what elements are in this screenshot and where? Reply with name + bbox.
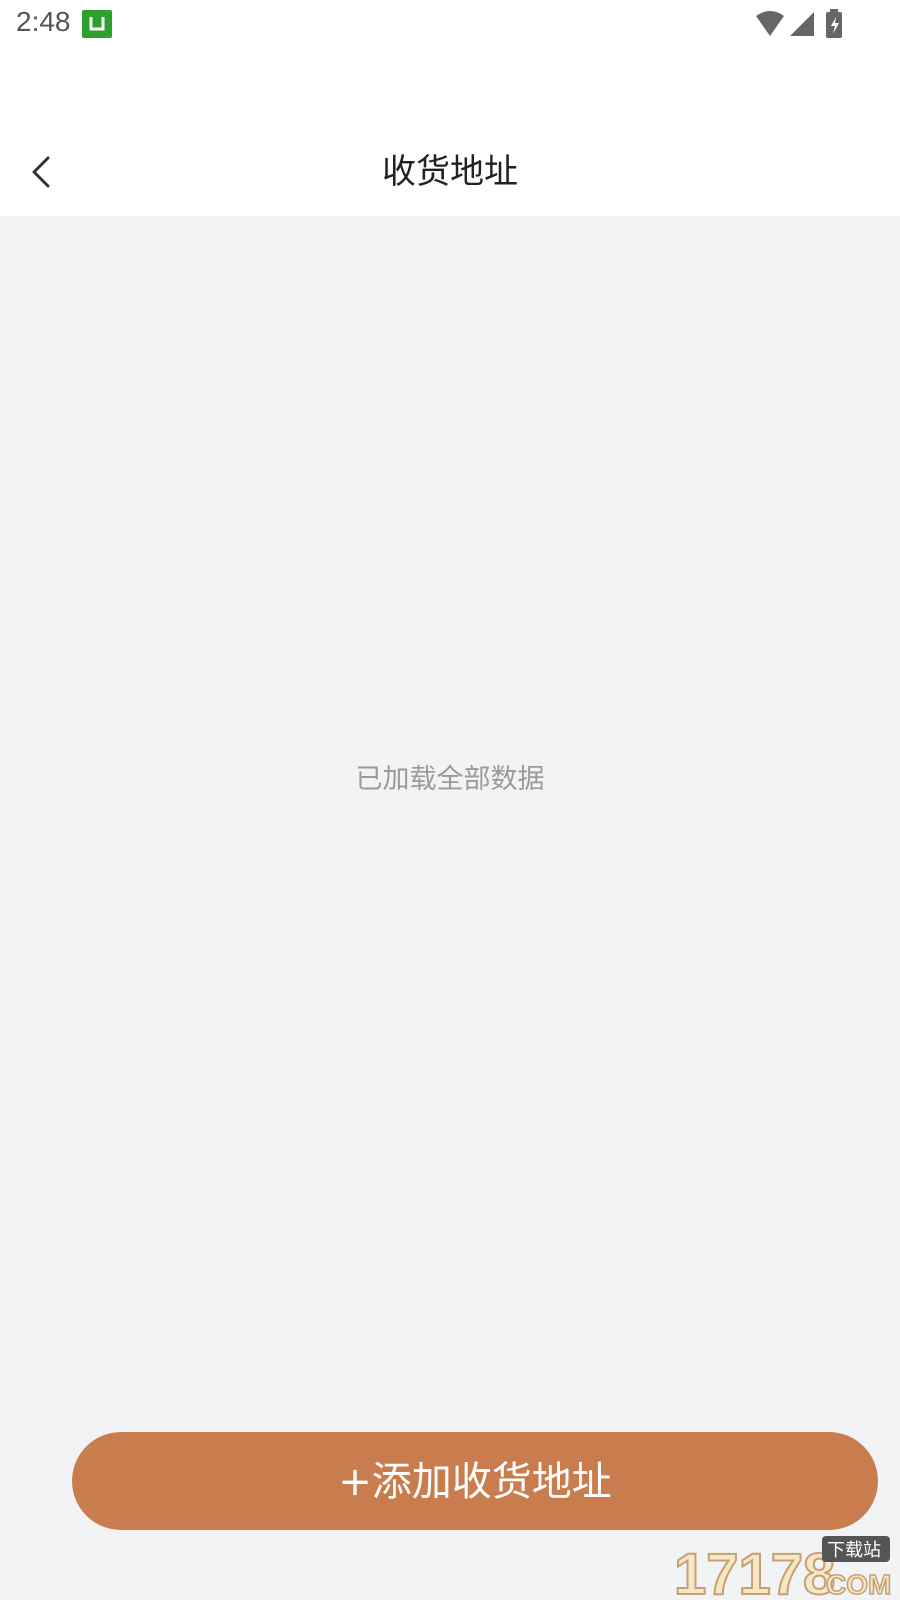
watermark-domain: COM: [826, 1569, 891, 1600]
app-notification-icon: [82, 10, 112, 38]
address-list: 已加载全部数据: [0, 216, 900, 1600]
wifi-icon: [756, 11, 784, 36]
cell-signal-icon: [790, 12, 814, 36]
status-bar: 2:48: [0, 0, 900, 50]
battery-charging-icon: [826, 9, 842, 38]
empty-state-message: 已加载全部数据: [355, 764, 545, 795]
status-time: 2:48: [16, 6, 71, 37]
site-watermark: 17178 下载站 COM: [673, 1536, 892, 1600]
watermark-number: 17178: [674, 1542, 835, 1600]
app-header: 收货地址: [0, 50, 900, 216]
status-icons: [756, 9, 842, 38]
add-address-button[interactable]: +添加收货地址: [72, 1432, 878, 1530]
watermark-tagline: 下载站: [827, 1540, 881, 1561]
page-title: 收货地址: [382, 152, 518, 192]
